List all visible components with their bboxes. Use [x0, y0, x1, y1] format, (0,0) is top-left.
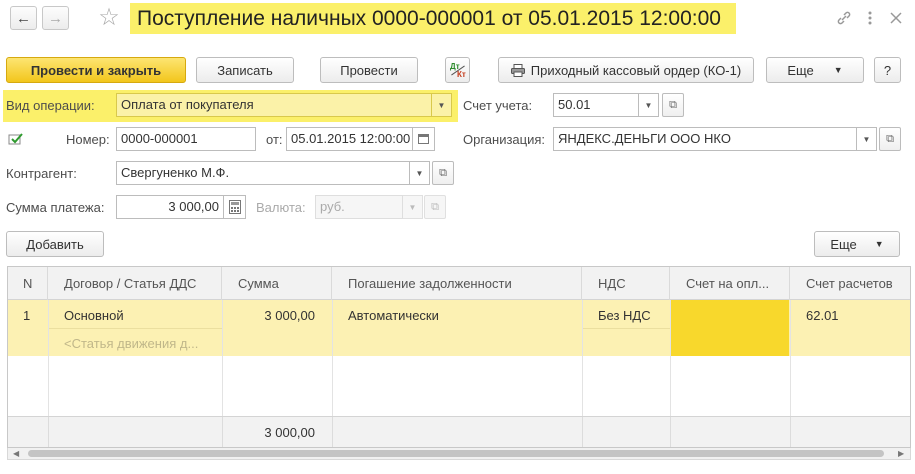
row-number: 1 [23, 308, 31, 323]
open-icon: ⧉ [431, 200, 439, 213]
account-field[interactable]: 50.01 [553, 93, 639, 117]
column-header-invoice[interactable]: Счет на опл... [670, 267, 790, 300]
contract-cell[interactable]: Основной [64, 308, 124, 324]
more-button[interactable]: Еще ▼ [766, 57, 864, 83]
column-header-n[interactable]: N [8, 267, 48, 300]
account-label: Счет учета: [463, 98, 533, 113]
settlement-account-cell[interactable]: 62.01 [806, 308, 839, 324]
date-field[interactable]: 05.01.2015 12:00:00 [286, 127, 413, 151]
chevron-down-icon: ▼ [437, 100, 446, 110]
invoice-cell-focused[interactable] [670, 300, 789, 356]
arrow-right-icon: → [48, 9, 63, 27]
operation-label: Вид операции: [6, 98, 95, 113]
back-button[interactable]: ← [10, 6, 37, 30]
organization-label: Организация: [463, 132, 546, 147]
column-header-contract[interactable]: Договор / Статья ДДС [48, 267, 222, 300]
repayment-cell[interactable]: Автоматически [348, 308, 439, 324]
account-dropdown[interactable]: ▼ [639, 93, 659, 117]
add-row-button[interactable]: Добавить [6, 231, 104, 257]
chevron-down-icon: ▼ [644, 100, 653, 110]
chevron-down-icon: ▼ [415, 168, 424, 178]
organization-dropdown[interactable]: ▼ [857, 127, 877, 151]
table-footer: 3 000,00 [8, 416, 910, 447]
column-header-vat[interactable]: НДС [582, 267, 670, 300]
number-field[interactable]: 0000-000001 [116, 127, 256, 151]
favorite-star-icon[interactable]: ☆ [96, 4, 122, 31]
contractor-open-button[interactable]: ⧉ [432, 161, 454, 185]
chevron-down-icon: ▼ [862, 134, 871, 144]
payment-table[interactable]: N Договор / Статья ДДС Сумма Погашение з… [7, 266, 911, 448]
more-vert-icon[interactable] [862, 10, 878, 26]
debit-credit-button[interactable]: Дт Кт [445, 57, 470, 83]
open-icon: ⧉ [886, 132, 894, 145]
printer-icon [510, 63, 525, 77]
chevron-down-icon: ▼ [874, 239, 884, 249]
post-button[interactable]: Провести [320, 57, 418, 83]
close-icon[interactable] [888, 10, 904, 26]
column-header-account[interactable]: Счет расчетов [790, 267, 910, 300]
operation-field[interactable]: Оплата от покупателя [116, 93, 432, 117]
currency-open-button: ⧉ [424, 195, 446, 219]
link-icon[interactable] [836, 10, 852, 26]
amount-field[interactable]: 3 000,00 [116, 195, 224, 219]
operation-dropdown[interactable]: ▼ [432, 93, 452, 117]
horizontal-scrollbar[interactable]: ◀ ▶ [7, 448, 911, 460]
contractor-dropdown[interactable]: ▼ [410, 161, 430, 185]
forward-button[interactable]: → [42, 6, 69, 30]
chevron-down-icon: ▼ [408, 202, 417, 212]
save-button[interactable]: Записать [196, 57, 294, 83]
sum-cell[interactable]: 3 000,00 [222, 308, 315, 324]
cash-flow-item-cell[interactable]: <Статья движения д... [64, 336, 198, 352]
amount-label: Сумма платежа: [6, 200, 105, 215]
posted-check-icon [8, 132, 24, 146]
table-more-button[interactable]: Еще ▼ [814, 231, 900, 257]
organization-open-button[interactable]: ⧉ [879, 127, 901, 151]
account-open-button[interactable]: ⧉ [662, 93, 684, 117]
help-button[interactable]: ? [874, 57, 901, 83]
date-label: от: [266, 132, 283, 147]
number-label: Номер: [66, 132, 110, 147]
contractor-field[interactable]: Свергуненко М.Ф. [116, 161, 410, 185]
scrollbar-thumb[interactable] [28, 450, 884, 457]
currency-field: руб. [315, 195, 403, 219]
chevron-down-icon: ▼ [833, 65, 843, 75]
organization-field[interactable]: ЯНДЕКС.ДЕНЬГИ ООО НКО [553, 127, 857, 151]
currency-dropdown: ▼ [403, 195, 423, 219]
calendar-icon[interactable] [413, 127, 435, 151]
table-header: N Договор / Статья ДДС Сумма Погашение з… [8, 267, 910, 300]
calculator-icon[interactable] [224, 195, 246, 219]
print-cash-order-button[interactable]: Приходный кассовый ордер (КО-1) [498, 57, 754, 83]
currency-label: Валюта: [256, 200, 306, 215]
scroll-left-icon[interactable]: ◀ [13, 448, 19, 459]
page-title: Поступление наличных 0000-000001 от 05.0… [137, 7, 721, 30]
open-icon: ⧉ [669, 98, 677, 111]
contractor-label: Контрагент: [6, 166, 77, 181]
vat-cell[interactable]: Без НДС [598, 308, 651, 324]
scroll-right-icon[interactable]: ▶ [898, 448, 904, 459]
post-and-close-button[interactable]: Провести и закрыть [6, 57, 186, 83]
footer-sum-total: 3 000,00 [264, 425, 315, 440]
credit-label: Кт [457, 70, 466, 79]
column-header-sum[interactable]: Сумма [222, 267, 332, 300]
open-icon: ⧉ [439, 166, 447, 179]
arrow-left-icon: ← [16, 9, 31, 27]
column-header-repayment[interactable]: Погашение задолженности [332, 267, 582, 300]
